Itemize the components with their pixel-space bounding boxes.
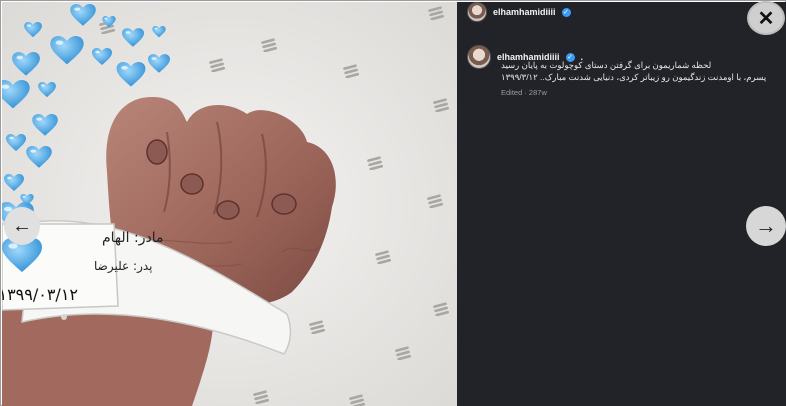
caption-comment: elhamhamidiiii ✓ . لحظه شماریمون برای گر… xyxy=(467,45,777,82)
post-header: elhamhamidiiii ✓ xyxy=(467,2,571,22)
post-photo: مادر: الهام پدر: علیرضا ۱۳۹۹/۰۳/۱۲ ← xyxy=(2,2,457,406)
avatar[interactable] xyxy=(467,2,487,22)
wristband-date: ۱۳۹۹/۰۳/۱۲ xyxy=(2,285,78,304)
close-button[interactable]: ✕ xyxy=(747,1,785,35)
wristband-father-name: پدر: علیرضا xyxy=(94,259,153,274)
close-icon: ✕ xyxy=(757,7,775,30)
previous-post-button[interactable]: ← xyxy=(4,207,40,245)
baby-hand-image: مادر: الهام پدر: علیرضا ۱۳۹۹/۰۳/۱۲ xyxy=(2,2,457,406)
post-viewer: مادر: الهام پدر: علیرضا ۱۳۹۹/۰۳/۱۲ ← elh… xyxy=(0,0,786,406)
arrow-right-icon: → xyxy=(755,213,777,238)
verified-badge-icon: ✓ xyxy=(561,7,571,17)
post-details-panel: elhamhamidiiii ✓ ••• elhamhamidiiii ✓ . … xyxy=(457,2,786,406)
caption-avatar[interactable] xyxy=(467,45,491,69)
caption-line-1: لحظه شماریمون برای گرفتن دستای کوچولوت ب… xyxy=(501,60,712,70)
arrow-left-icon: ← xyxy=(12,214,32,237)
post-username[interactable]: elhamhamidiiii xyxy=(493,7,556,17)
wristband-mother-name: مادر: الهام xyxy=(102,230,163,246)
caption-meta: Edited · 287w xyxy=(501,88,547,97)
caption-text: لحظه شماریمون برای گرفتن دستای کوچولوت ب… xyxy=(501,59,777,83)
caption-line-2: پسرم، با اومدنت زندگیمون رو زیباتر کردی،… xyxy=(501,72,767,82)
next-post-button[interactable]: → xyxy=(746,206,786,246)
